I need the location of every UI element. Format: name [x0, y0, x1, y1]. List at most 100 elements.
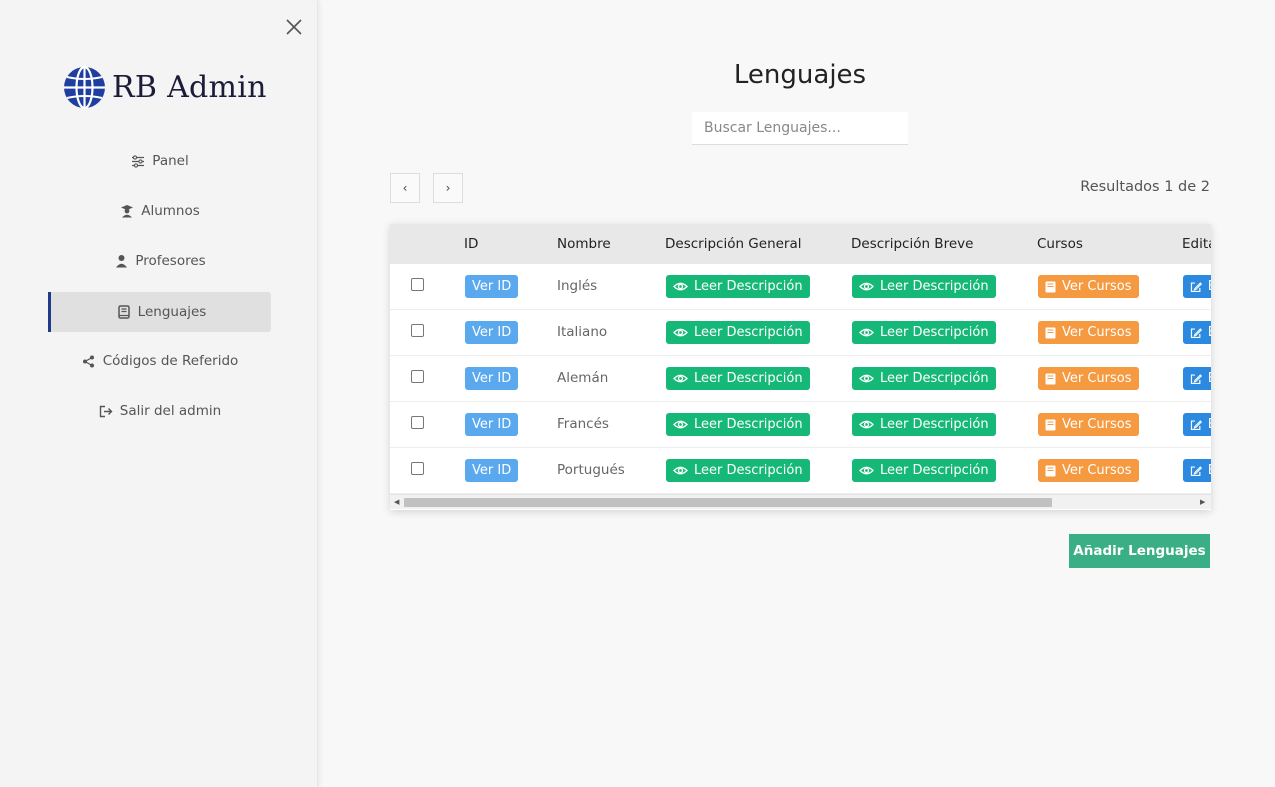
header-cursos: Cursos — [1037, 236, 1083, 252]
sidebar-item-panel[interactable]: Panel — [48, 141, 271, 181]
read-short-description-button[interactable]: Leer Descripción — [852, 459, 996, 482]
row-checkbox[interactable] — [411, 324, 424, 337]
table-row: Ver ID Alemán Leer Descripción Leer Desc… — [390, 356, 1211, 402]
read-short-description-button[interactable]: Leer Descripción — [852, 321, 996, 344]
eye-icon — [859, 328, 874, 337]
edit-icon — [1190, 327, 1202, 338]
button-label: Ver Cursos — [1062, 279, 1132, 294]
edit-icon — [1190, 465, 1202, 476]
row-checkbox[interactable] — [411, 462, 424, 475]
view-courses-button[interactable]: Ver Cursos — [1038, 413, 1139, 436]
button-label: Leer Descripción — [880, 325, 989, 340]
language-name: Portugués — [557, 462, 625, 478]
edit-icon — [1190, 419, 1202, 430]
button-label: E — [1208, 417, 1211, 432]
button-label: E — [1208, 279, 1211, 294]
sidebar-item-label: Lenguajes — [137, 304, 207, 320]
sidebar-item-alumnos[interactable]: Alumnos — [48, 191, 271, 231]
graduate-icon — [119, 203, 135, 219]
header-descripcion-general: Descripción General — [665, 236, 802, 252]
read-general-description-button[interactable]: Leer Descripción — [666, 413, 810, 436]
sidebar-item-label: Profesores — [135, 253, 206, 269]
view-id-button[interactable]: Ver ID — [465, 275, 519, 298]
logo-text: RB Admin — [112, 70, 267, 105]
next-page-button[interactable]: › — [433, 173, 463, 203]
read-short-description-button[interactable]: Leer Descripción — [852, 413, 996, 436]
read-general-description-button[interactable]: Leer Descripción — [666, 367, 810, 390]
button-label: Ver Cursos — [1062, 325, 1132, 340]
sidebar-item-salir[interactable]: Salir del admin — [48, 391, 271, 431]
read-short-description-button[interactable]: Leer Descripción — [852, 367, 996, 390]
button-label: Leer Descripción — [694, 279, 803, 294]
sidebar-item-label: Alumnos — [141, 203, 200, 219]
view-id-button[interactable]: Ver ID — [465, 367, 519, 390]
eye-icon — [859, 374, 874, 383]
button-label: Leer Descripción — [694, 371, 803, 386]
sidebar-item-label: Panel — [152, 153, 189, 169]
view-id-button[interactable]: Ver ID — [465, 459, 519, 482]
edit-button[interactable]: E — [1183, 275, 1211, 298]
language-name: Italiano — [557, 324, 608, 340]
edit-button[interactable]: E — [1183, 321, 1211, 344]
row-checkbox[interactable] — [411, 370, 424, 383]
results-count: Resultados 1 de 2 — [1080, 179, 1210, 195]
book-icon — [1045, 327, 1056, 338]
close-icon — [286, 19, 302, 35]
book-icon — [1045, 373, 1056, 384]
button-label: Ver Cursos — [1062, 417, 1132, 432]
edit-button[interactable]: E — [1183, 367, 1211, 390]
table-row: Ver ID Francés Leer Descripción Leer Des… — [390, 402, 1211, 448]
view-courses-button[interactable]: Ver Cursos — [1038, 275, 1139, 298]
edit-icon — [1190, 373, 1202, 384]
scroll-left-icon[interactable]: ◀ — [394, 498, 399, 506]
close-sidebar-button[interactable] — [284, 17, 304, 37]
sliders-icon — [130, 153, 146, 169]
eye-icon — [859, 282, 874, 291]
search-input[interactable] — [692, 112, 908, 145]
language-name: Alemán — [557, 370, 609, 386]
add-language-button[interactable]: Añadir Lenguajes — [1069, 534, 1210, 568]
button-label: Leer Descripción — [694, 463, 803, 478]
view-courses-button[interactable]: Ver Cursos — [1038, 367, 1139, 390]
read-general-description-button[interactable]: Leer Descripción — [666, 321, 810, 344]
button-label: E — [1208, 463, 1211, 478]
scrollbar-thumb[interactable] — [404, 498, 1052, 507]
row-checkbox[interactable] — [411, 278, 424, 291]
table-row: Ver ID Inglés Leer Descripción Leer Desc… — [390, 264, 1211, 310]
button-label: E — [1208, 325, 1211, 340]
read-general-description-button[interactable]: Leer Descripción — [666, 275, 810, 298]
header-nombre: Nombre — [557, 236, 611, 252]
scroll-right-icon[interactable]: ▶ — [1200, 498, 1205, 506]
view-id-button[interactable]: Ver ID — [465, 413, 519, 436]
sidebar-item-codigos-referido[interactable]: Códigos de Referido — [48, 341, 271, 381]
sidebar-item-label: Códigos de Referido — [102, 353, 239, 369]
row-checkbox[interactable] — [411, 416, 424, 429]
languages-table: ID Nombre Descripción General Descripció… — [390, 224, 1211, 510]
read-short-description-button[interactable]: Leer Descripción — [852, 275, 996, 298]
button-label: Leer Descripción — [880, 279, 989, 294]
edit-button[interactable]: E — [1183, 413, 1211, 436]
chevron-right-icon: › — [445, 181, 451, 195]
edit-button[interactable]: E — [1183, 459, 1211, 482]
logo: RB Admin — [63, 66, 267, 109]
table-row: Ver ID Portugués Leer Descripción Leer D… — [390, 448, 1211, 494]
sidebar-item-lenguajes[interactable]: Lenguajes — [48, 292, 271, 332]
book-icon — [1045, 465, 1056, 476]
button-label: Leer Descripción — [880, 463, 989, 478]
eye-icon — [673, 420, 688, 429]
eye-icon — [859, 420, 874, 429]
book-icon — [116, 304, 132, 320]
read-general-description-button[interactable]: Leer Descripción — [666, 459, 810, 482]
prev-page-button[interactable]: ‹ — [390, 173, 420, 203]
view-courses-button[interactable]: Ver Cursos — [1038, 459, 1139, 482]
language-name: Inglés — [557, 278, 598, 294]
view-courses-button[interactable]: Ver Cursos — [1038, 321, 1139, 344]
sidebar-item-profesores[interactable]: Profesores — [48, 241, 271, 281]
globe-icon — [64, 66, 105, 109]
horizontal-scrollbar[interactable]: ◀ ▶ — [390, 494, 1211, 509]
eye-icon — [673, 328, 688, 337]
book-icon — [1045, 281, 1056, 292]
logout-icon — [98, 403, 114, 419]
button-label: Leer Descripción — [694, 417, 803, 432]
view-id-button[interactable]: Ver ID — [465, 321, 519, 344]
